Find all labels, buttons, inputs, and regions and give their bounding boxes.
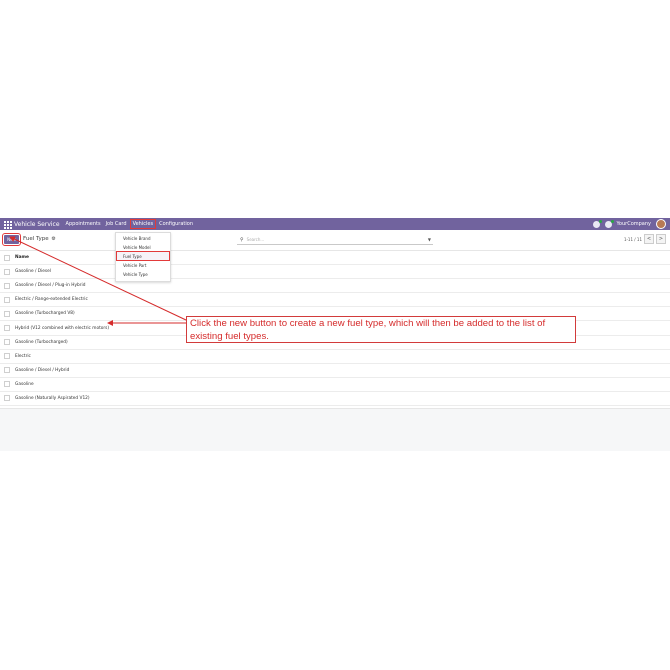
row-name: Gasoline (Turbocharged V8)	[15, 311, 75, 317]
search-input[interactable]: Search...	[247, 237, 265, 242]
row-name: Gasoline	[15, 381, 34, 387]
row-checkbox[interactable]	[4, 296, 10, 303]
new-button[interactable]: New	[2, 233, 21, 246]
settings-gear-icon[interactable]: ⚙	[51, 236, 55, 242]
row-name: Gasoline / Diesel	[15, 269, 51, 275]
pager-previous-button[interactable]: <	[644, 234, 654, 244]
menu-appointments[interactable]: Appointments	[66, 221, 101, 227]
table-row[interactable]: Electric / Range-extended Electric	[0, 293, 670, 308]
app-menu-grid-icon[interactable]	[4, 220, 12, 229]
search-icon: ⚲	[240, 236, 244, 243]
row-checkbox[interactable]	[4, 339, 10, 346]
menu-configuration[interactable]: Configuration	[159, 221, 193, 227]
row-checkbox[interactable]	[4, 381, 10, 388]
row-checkbox[interactable]	[4, 282, 10, 289]
vehicles-dropdown-menu: Vehicle Brand Vehicle Model Fuel Type Ve…	[115, 232, 171, 282]
list-header-row: Name	[0, 251, 670, 266]
row-name: Hybrid (V12 combined with electric motor…	[15, 325, 110, 331]
row-checkbox[interactable]	[4, 367, 10, 374]
menu-vehicles[interactable]: Vehicles	[129, 219, 157, 229]
pager-next-button[interactable]: >	[656, 234, 666, 244]
row-name: Electric	[15, 353, 31, 359]
activity-clock-icon[interactable]	[604, 219, 614, 228]
row-name: Gasoline (Naturally Aspirated V12)	[15, 395, 90, 401]
row-name: Gasoline / Diesel / Hybrid	[15, 367, 70, 373]
page-title: Fuel Type	[23, 236, 49, 242]
table-row[interactable]: Gasoline / Diesel	[0, 265, 670, 280]
search-options-caret-icon[interactable]: ▼	[428, 237, 431, 242]
dropdown-item-vehicle-part[interactable]: Vehicle Part	[116, 261, 170, 269]
table-row[interactable]: Gasoline	[0, 378, 670, 392]
dropdown-item-vehicle-type[interactable]: Vehicle Type	[116, 270, 170, 278]
dropdown-item-vehicle-model[interactable]: Vehicle Model	[116, 243, 170, 251]
menu-job-card[interactable]: Job Card	[106, 221, 127, 227]
search-bar[interactable]: ⚲ Search... ▼	[237, 235, 433, 245]
annotation-callout: Click the new button to create a new fue…	[186, 316, 576, 343]
table-row[interactable]: Gasoline / Diesel / Hybrid	[0, 364, 670, 378]
table-row[interactable]: Electric	[0, 350, 670, 364]
row-checkbox[interactable]	[4, 268, 10, 275]
table-row[interactable]: Gasoline (Naturally Aspirated V12)	[0, 392, 670, 407]
navbar-systray: YourCompany	[592, 218, 666, 230]
top-navbar: Vehicle Service Appointments Job Card Ve…	[0, 218, 670, 230]
row-name: Gasoline / Diesel / Plug-in Hybrid	[15, 283, 86, 289]
pager: 1-11 / 11 < >	[624, 234, 666, 244]
row-name: Electric / Range-extended Electric	[15, 297, 88, 303]
row-checkbox[interactable]	[4, 395, 10, 402]
row-name: Gasoline (Turbocharged)	[15, 339, 68, 345]
table-row[interactable]: Gasoline / Diesel / Plug-in Hybrid	[0, 279, 670, 294]
user-avatar[interactable]	[656, 219, 666, 229]
column-header-name[interactable]: Name	[15, 255, 29, 260]
select-all-checkbox[interactable]	[4, 254, 10, 261]
row-checkbox[interactable]	[4, 310, 10, 317]
breadcrumb: Fuel Type ⚙	[23, 236, 56, 242]
dropdown-item-fuel-type[interactable]: Fuel Type	[116, 251, 170, 261]
company-name[interactable]: YourCompany	[617, 221, 651, 227]
dropdown-item-vehicle-brand[interactable]: Vehicle Brand	[116, 234, 170, 242]
control-panel: New Fuel Type ⚙ ⚲ Search... ▼ 1-11 / 11 …	[0, 230, 670, 251]
pager-value[interactable]: 1-11 / 11	[624, 237, 642, 242]
row-checkbox[interactable]	[4, 353, 10, 360]
list-empty-area	[0, 408, 670, 451]
app-name[interactable]: Vehicle Service	[14, 221, 60, 228]
row-checkbox[interactable]	[4, 325, 10, 332]
chat-icon[interactable]	[592, 219, 602, 228]
